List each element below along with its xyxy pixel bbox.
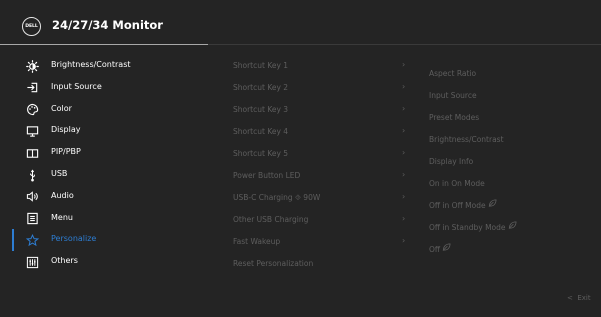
submenu-item-shortcut-key-4[interactable]: Shortcut Key 4 › <box>233 125 433 141</box>
leaf-icon <box>506 213 517 232</box>
dell-logo: DELL <box>22 17 41 36</box>
value-item-preset-modes: Preset Modes <box>429 103 480 122</box>
osd-header: DELL 24/27/34 Monitor <box>0 0 601 44</box>
color-palette-icon <box>25 103 39 117</box>
value-item-off: Off <box>429 235 451 254</box>
chevron-right-icon: › <box>402 192 406 201</box>
chevron-right-icon: › <box>402 126 406 135</box>
value-item-off-in-standby-mode: Off in Standby Mode <box>429 213 517 232</box>
submenu-item-label: Shortcut Key 4 <box>233 127 289 136</box>
chevron-right-icon: › <box>402 104 406 113</box>
chevron-right-icon: › <box>402 82 406 91</box>
menu-item-label: PIP/PBP <box>51 147 81 157</box>
submenu-item-reset-personalization[interactable]: Reset Personalization <box>233 257 433 273</box>
submenu-item-shortcut-key-2[interactable]: Shortcut Key 2 › <box>233 81 433 97</box>
value-item-label: Aspect Ratio <box>429 69 477 78</box>
submenu-item-shortcut-key-3[interactable]: Shortcut Key 3 › <box>233 103 433 119</box>
others-icon <box>25 255 39 269</box>
submenu-item-label: Shortcut Key 1 <box>233 61 289 70</box>
selection-indicator <box>12 229 14 252</box>
submenu-item-shortcut-key-1[interactable]: Shortcut Key 1 › <box>233 59 433 75</box>
pip-pbp-icon <box>25 146 39 160</box>
submenu-item-usb-c-charging-90w[interactable]: USB-C Charging ⯑ 90W › <box>233 191 433 207</box>
menu-item-color[interactable]: Color <box>0 100 210 120</box>
menu-item-pip-pbp[interactable]: PIP/PBP <box>0 143 210 163</box>
display-icon <box>25 124 39 138</box>
chevron-left-icon: < <box>567 294 573 302</box>
usb-icon <box>25 168 39 182</box>
value-item-brightness-contrast: Brightness/Contrast <box>429 125 504 144</box>
value-item-label: Off in Off Mode <box>429 201 486 210</box>
exit-button[interactable]: < Exit <box>567 294 591 302</box>
menu-item-label: Personalize <box>51 234 97 244</box>
value-item-label: Off <box>429 245 441 254</box>
input-source-icon <box>25 81 39 95</box>
menu-icon <box>25 212 39 226</box>
menu-item-label: Brightness/Contrast <box>51 60 131 69</box>
value-item-label: Off in Standby Mode <box>429 223 506 232</box>
menu-item-display[interactable]: Display <box>0 121 210 141</box>
submenu-item-power-button-led[interactable]: Power Button LED › <box>233 169 433 185</box>
submenu-item-label: USB-C Charging ⯑ 90W <box>233 193 321 202</box>
value-item-label: Preset Modes <box>429 113 480 122</box>
menu-item-label: Input Source <box>51 81 102 91</box>
value-item-input-source: Input Source <box>429 81 477 100</box>
menu-item-audio[interactable]: Audio <box>0 187 210 207</box>
submenu-item-label: Shortcut Key 5 <box>233 149 289 158</box>
value-item-off-in-off-mode: Off in Off Mode <box>429 191 497 210</box>
chevron-right-icon: › <box>402 214 406 223</box>
menu-item-label: USB <box>51 169 68 178</box>
value-item-on-in-on-mode: On in On Mode <box>429 169 485 188</box>
menu-item-label: Others <box>51 256 78 266</box>
menu-item-label: Display <box>51 125 81 135</box>
submenu-item-label: Shortcut Key 3 <box>233 105 289 114</box>
value-item-label: Input Source <box>429 91 477 100</box>
menu-item-input-source[interactable]: Input Source <box>0 78 210 98</box>
submenu-item-label: Shortcut Key 2 <box>233 83 289 92</box>
submenu-item-fast-wakeup[interactable]: Fast Wakeup › <box>233 235 433 251</box>
menu-item-brightness-contrast[interactable]: Brightness/Contrast <box>0 56 210 76</box>
value-item-aspect-ratio: Aspect Ratio <box>429 59 477 78</box>
menu-item-label: Audio <box>51 190 74 200</box>
star-icon <box>25 233 39 247</box>
value-item-label: Brightness/Contrast <box>429 135 504 144</box>
osd-title: 24/27/34 Monitor <box>52 18 163 32</box>
chevron-right-icon: › <box>402 60 406 69</box>
menu-item-others[interactable]: Others <box>0 252 210 272</box>
menu-item-menu[interactable]: Menu <box>0 209 210 229</box>
menu-item-label: Menu <box>51 212 73 222</box>
leaf-icon <box>486 191 497 210</box>
value-item-label: On in On Mode <box>429 179 485 188</box>
value-item-display-info: Display Info <box>429 147 474 166</box>
leaf-icon <box>440 235 451 254</box>
menu-item-usb[interactable]: USB <box>0 165 210 185</box>
chevron-right-icon: › <box>402 236 406 245</box>
submenu-item-other-usb-charging[interactable]: Other USB Charging › <box>233 213 433 229</box>
submenu-item-shortcut-key-5[interactable]: Shortcut Key 5 › <box>233 147 433 163</box>
chevron-right-icon: › <box>402 170 406 179</box>
menu-item-personalize[interactable]: Personalize <box>0 230 210 250</box>
value-item-label: Display Info <box>429 157 474 166</box>
header-divider-highlight <box>0 44 208 45</box>
exit-label: Exit <box>577 294 591 302</box>
menu-item-label: Color <box>51 103 72 113</box>
submenu-item-label: Power Button LED <box>233 171 301 180</box>
submenu-item-label: Other USB Charging <box>233 215 309 224</box>
monitor-osd: DELL 24/27/34 Monitor Brightness/Contras… <box>0 0 601 317</box>
chevron-right-icon: › <box>402 148 406 157</box>
brightness-icon <box>25 59 39 73</box>
submenu-item-label: Reset Personalization <box>233 259 314 268</box>
submenu-item-label: Fast Wakeup <box>233 237 281 246</box>
audio-icon <box>25 190 39 204</box>
